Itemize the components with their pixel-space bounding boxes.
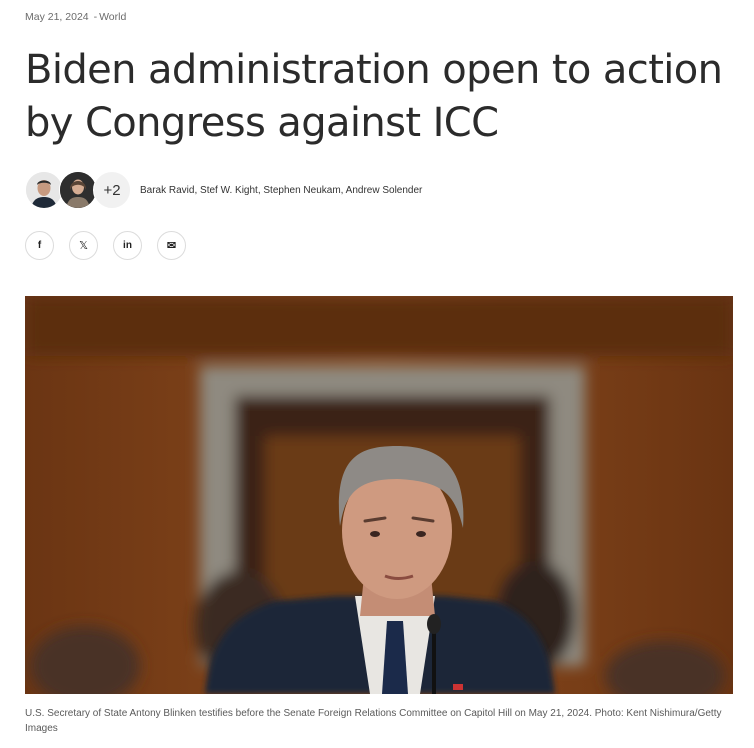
email-icon: ✉ bbox=[166, 240, 177, 252]
byline: +2 Barak Ravid, Stef W. Kight, Stephen N… bbox=[25, 171, 422, 209]
author-names[interactable]: Barak Ravid, Stef W. Kight, Stephen Neuk… bbox=[140, 185, 422, 196]
article-date: May 21, 2024 bbox=[25, 11, 89, 23]
photo-illustration bbox=[25, 296, 733, 694]
article-dateline: May 21, 2024 - World bbox=[25, 11, 126, 23]
email-share-button[interactable]: ✉ bbox=[157, 231, 186, 260]
more-authors-badge[interactable]: +2 bbox=[93, 171, 131, 209]
facebook-share-button[interactable]: f bbox=[25, 231, 54, 260]
article-photo bbox=[25, 296, 733, 694]
facebook-icon: f bbox=[37, 240, 42, 251]
avatar[interactable] bbox=[25, 171, 63, 209]
linkedin-icon: in bbox=[123, 240, 132, 251]
section-link[interactable]: World bbox=[99, 11, 126, 23]
dateline-separator: - bbox=[93, 11, 98, 23]
avatar[interactable] bbox=[59, 171, 97, 209]
article-headline: Biden administration open to action by C… bbox=[25, 47, 723, 146]
linkedin-share-button[interactable]: in bbox=[113, 231, 142, 260]
x-share-button[interactable]: 𝕏 bbox=[69, 231, 98, 260]
x-icon: 𝕏 bbox=[79, 240, 88, 252]
author-avatars[interactable]: +2 bbox=[25, 171, 131, 209]
photo-caption: U.S. Secretary of State Antony Blinken t… bbox=[25, 708, 722, 734]
share-bar: f 𝕏 in ✉ bbox=[25, 231, 186, 260]
